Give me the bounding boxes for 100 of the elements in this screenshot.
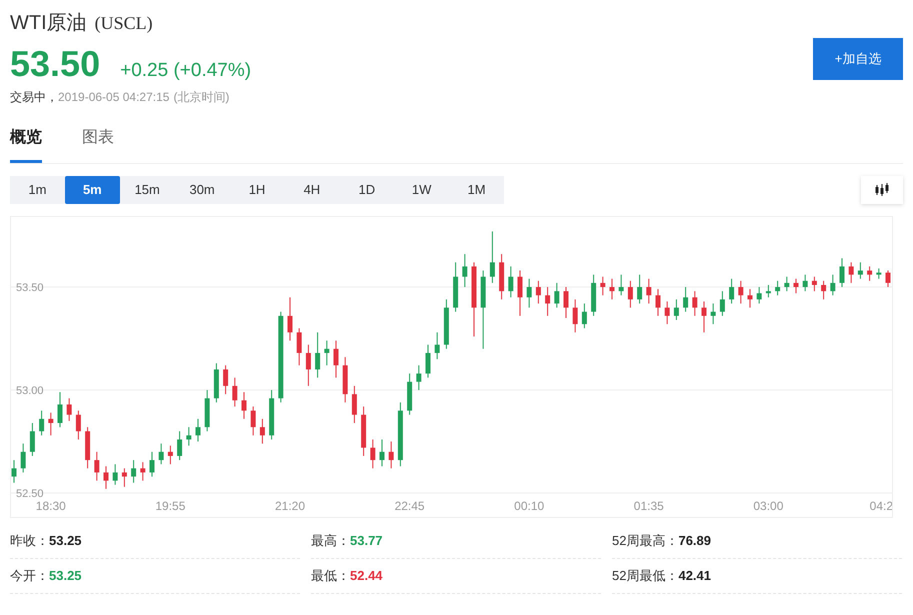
candlestick xyxy=(12,460,16,484)
candlestick xyxy=(656,288,660,316)
candlestick xyxy=(812,276,817,292)
instrument-symbol: (USCL) xyxy=(94,12,153,35)
candlestick xyxy=(858,262,863,280)
stat-label: 52周最低： xyxy=(612,567,678,586)
stat-value: 53.25 xyxy=(49,532,82,550)
candlestick xyxy=(794,278,798,294)
stat-value: 76.89 xyxy=(678,532,712,550)
candlestick xyxy=(352,385,357,424)
stat-label: 昨收： xyxy=(10,532,49,550)
y-axis-label: 53.50 xyxy=(16,282,44,294)
stat-label: 52周最高： xyxy=(612,532,678,550)
candlestick xyxy=(840,258,844,288)
candlestick xyxy=(692,290,698,316)
stat-value: 42.41 xyxy=(678,567,712,586)
x-axis-label: 22:45 xyxy=(394,499,425,513)
candlestick xyxy=(48,412,54,436)
candlestick xyxy=(334,340,338,378)
interval-tab[interactable]: 1D xyxy=(339,176,394,204)
candlestick xyxy=(876,268,882,280)
candlestick xyxy=(168,445,173,465)
x-axis-label: 01:35 xyxy=(634,499,664,513)
chart-type-button[interactable] xyxy=(861,176,903,204)
candlestick xyxy=(610,278,614,300)
x-axis-label: 00:10 xyxy=(514,499,544,513)
x-axis-label: 21:20 xyxy=(274,499,306,513)
candlestick xyxy=(131,460,136,484)
candlestick xyxy=(490,230,495,284)
candlestick xyxy=(664,300,670,325)
candlestick xyxy=(434,332,440,360)
candlestick xyxy=(628,280,633,308)
candlestick xyxy=(545,286,550,316)
interval-tab[interactable]: 1m xyxy=(10,176,65,204)
candlestick xyxy=(250,406,256,436)
tab[interactable]: 概览 xyxy=(10,126,42,163)
candlestick xyxy=(30,422,35,456)
candlestick xyxy=(426,344,430,378)
timezone: (北京时间) xyxy=(173,89,230,106)
candlestick xyxy=(315,332,320,378)
trading-status: 交易中， xyxy=(10,89,58,106)
y-axis-label: 53.00 xyxy=(16,385,44,398)
candlestick xyxy=(821,280,826,300)
x-axis-label: 18:30 xyxy=(36,499,66,513)
candlestick xyxy=(756,286,762,304)
candlestick xyxy=(729,278,734,304)
tab[interactable]: 图表 xyxy=(82,126,114,163)
candlestick xyxy=(242,392,246,420)
interval-tab[interactable]: 1M xyxy=(449,176,504,204)
candlestick xyxy=(646,278,652,304)
candlestick xyxy=(508,266,514,298)
candlestick xyxy=(564,286,568,318)
interval-tab[interactable]: 15m xyxy=(120,176,175,204)
candlestick xyxy=(94,451,100,482)
candlestick xyxy=(370,438,376,469)
candlestick xyxy=(526,278,532,308)
candlestick xyxy=(784,276,790,292)
candlestick xyxy=(766,284,771,298)
interval-tab[interactable]: 4H xyxy=(284,176,340,204)
x-axis-label: 03:00 xyxy=(753,499,784,513)
candlestick xyxy=(674,298,679,320)
candlestick xyxy=(518,270,522,316)
candlestick xyxy=(388,441,394,469)
candlestick xyxy=(582,303,587,329)
candlestick xyxy=(186,426,192,446)
candlestick xyxy=(554,282,560,308)
candlestick xyxy=(536,280,541,304)
candlestick xyxy=(637,274,642,304)
x-axis-label: 04:2 xyxy=(870,499,892,513)
candlestick xyxy=(683,286,688,312)
candlestick xyxy=(140,462,146,482)
candlestick xyxy=(802,274,808,292)
interval-tab[interactable]: 1H xyxy=(230,176,284,204)
candlestick xyxy=(112,464,118,486)
price: 53.50 xyxy=(10,42,100,86)
candlestick xyxy=(702,300,706,333)
candlestick xyxy=(572,298,578,333)
interval-tab[interactable]: 5m xyxy=(64,176,120,204)
candlestick xyxy=(748,288,752,308)
candlestick xyxy=(150,451,154,478)
interval-tab[interactable]: 1W xyxy=(394,176,450,204)
candlestick xyxy=(223,364,228,395)
candlestick xyxy=(296,328,302,366)
candlestick-icon xyxy=(874,183,890,197)
candlestick xyxy=(600,276,606,296)
stat-label: 最高： xyxy=(311,532,350,550)
candlestick xyxy=(158,443,164,465)
candlestick xyxy=(462,254,468,288)
candlestick xyxy=(710,303,716,325)
candlestick xyxy=(177,430,182,461)
timestamp: 2019-06-05 04:27:15 xyxy=(58,89,170,106)
candlestick xyxy=(232,377,238,408)
candlestick xyxy=(306,344,311,386)
stat-value: 53.25 xyxy=(49,567,82,586)
candlestick xyxy=(775,280,780,296)
interval-tab[interactable]: 30m xyxy=(174,176,230,204)
add-watchlist-button[interactable]: +加自选 xyxy=(813,38,903,80)
stat-label: 今开： xyxy=(10,567,49,586)
candlestick xyxy=(618,274,624,296)
candlestick xyxy=(196,418,200,442)
